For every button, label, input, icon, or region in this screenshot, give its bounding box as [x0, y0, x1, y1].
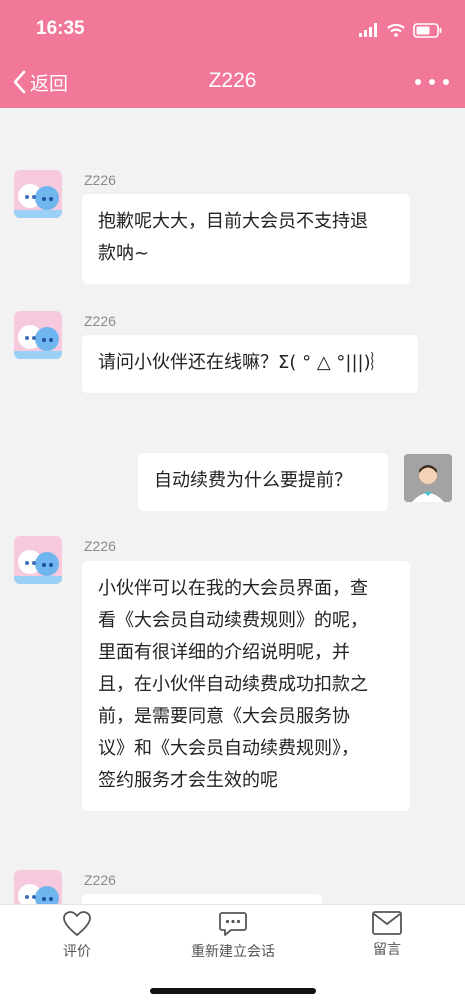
message-bubble: 小伙伴可以在我的大会员界面，查 看《大会员自动续费规则》的呢， 里面有很详细的介… [82, 561, 410, 811]
chat-area[interactable]: Z226 抱歉呢大大，目前大会员不支持退 款呐~ Z226 请问小伙伴还在线嘛？… [0, 108, 465, 904]
sender-name: Z226 [84, 172, 116, 188]
signal-icon [359, 23, 377, 37]
message-line: 抱歉呢大大，目前大会员不支持退 [98, 211, 368, 232]
sender-name: Z226 [84, 538, 116, 554]
nav-bar: 返回 Z226 [0, 56, 465, 108]
restart-session-button[interactable]: 重新建立会话 [180, 911, 286, 961]
message-line: 请问小伙伴还在线嘛？Σ( ° △ °|||)︴ [98, 352, 389, 373]
rate-button[interactable]: 评价 [52, 911, 102, 961]
sender-name: Z226 [84, 313, 116, 329]
user-avatar[interactable] [404, 454, 452, 502]
message-bubble: 请问小伙伴还在线嘛？Σ( ° △ °|||)︴ [82, 335, 418, 393]
page-title: Z226 [208, 69, 257, 92]
tab-label: 留言 [373, 942, 401, 958]
header: 16:35 返回 Z226 [0, 0, 465, 108]
user-message-bubble: 自动续费为什么要提前？ [138, 453, 388, 511]
message-line: 里面有很详细的介绍说明呢，并 [98, 642, 350, 663]
agent-avatar[interactable] [14, 311, 62, 359]
message-line: 议》和《大会员自动续费规则》， [98, 738, 359, 759]
message-line: 小伙伴可以在我的大会员界面，查 [98, 578, 368, 599]
message-bubble [82, 894, 322, 904]
message-line: 前，是需要同意《大会员服务协 [98, 706, 350, 727]
tab-label: 重新建立会话 [191, 944, 275, 960]
message-line: 且，在小伙伴自动续费成功扣款之 [98, 674, 368, 695]
message-line: 看《大会员自动续费规则》的呢， [98, 610, 368, 631]
status-icons [359, 20, 443, 40]
chat-bubble-icon [219, 912, 247, 936]
heart-icon [63, 911, 91, 936]
message-line: 自动续费为什么要提前？ [154, 470, 352, 491]
sender-name: Z226 [84, 872, 116, 888]
wifi-icon [387, 23, 405, 37]
agent-avatar[interactable] [14, 170, 62, 218]
message-bubble: 抱歉呢大大，目前大会员不支持退 款呐~ [82, 194, 410, 284]
agent-avatar[interactable] [14, 870, 62, 904]
more-dots-icon[interactable] [415, 70, 449, 94]
envelope-icon [372, 911, 402, 935]
tab-label: 评价 [63, 944, 91, 960]
status-time: 16:35 [36, 18, 85, 39]
agent-avatar[interactable] [14, 536, 62, 584]
message-line: 签约服务才会生效的呢 [98, 770, 278, 791]
battery-icon [413, 22, 442, 38]
status-bar: 16:35 [0, 0, 465, 56]
leave-message-button[interactable]: 留言 [362, 911, 412, 959]
home-indicator [150, 988, 316, 994]
message-line: 款呐~ [98, 243, 150, 264]
